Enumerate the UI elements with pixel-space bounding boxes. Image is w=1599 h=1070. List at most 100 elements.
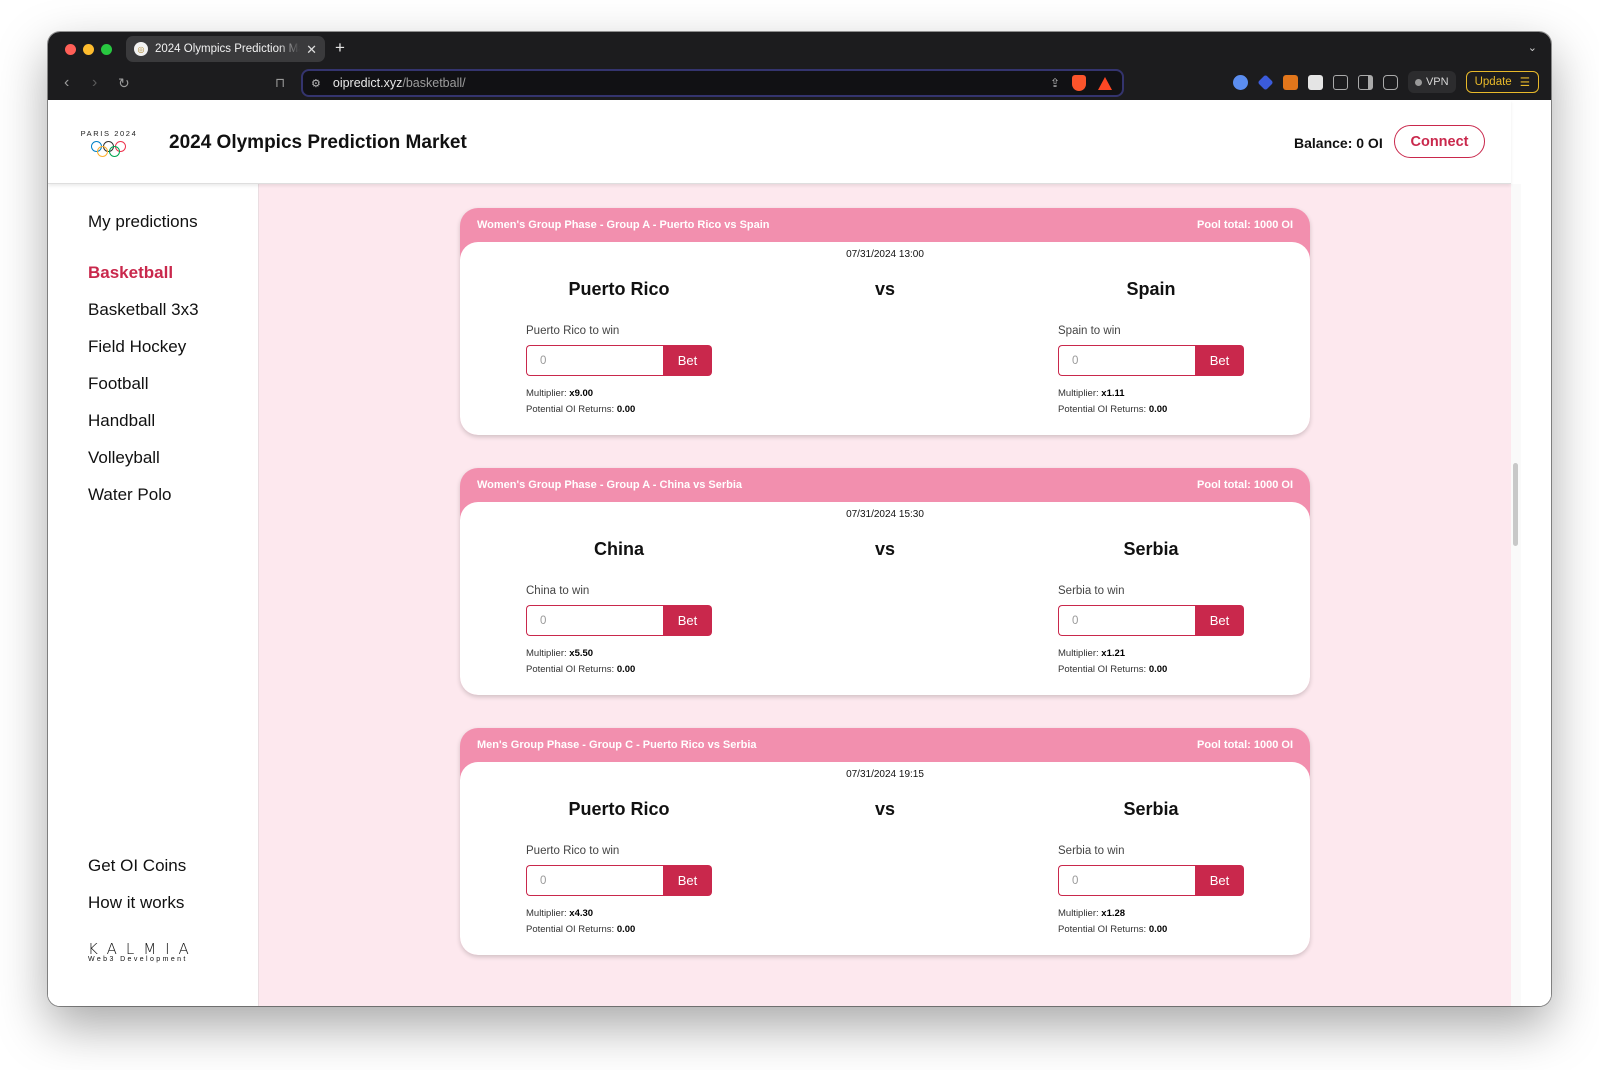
pool-total: Pool total: 1000 OI <box>1197 739 1293 751</box>
web-page: PARIS 2024 2024 Olympics Prediction Mark… <box>48 100 1551 1006</box>
team-a-multiplier: x4.30 <box>569 908 594 919</box>
team-b-bet-button[interactable]: Bet <box>1195 605 1244 636</box>
team-b-bet-input[interactable]: 0 <box>1058 865 1195 896</box>
extension-2-icon[interactable] <box>1257 74 1274 90</box>
olympics-favicon-icon: ◎ <box>134 42 148 56</box>
scrollbar-thumb[interactable] <box>1513 463 1518 546</box>
update-button[interactable]: Update ☰ <box>1465 71 1539 93</box>
extension-1-icon[interactable] <box>1232 74 1248 90</box>
bookmark-icon[interactable]: ⊓ <box>275 73 285 93</box>
sidebar-item-volleyball[interactable]: Volleyball <box>88 448 160 468</box>
browser-toolbar: ‹ › ↻ ⊓ ⚙ oipredict.xyz/basketball/ ⇪ VP… <box>48 66 1551 100</box>
sidebar-toggle-icon[interactable] <box>1357 74 1373 90</box>
team-b-bet-meta: Multiplier: x1.11 Potential OI Returns: … <box>1058 388 1168 415</box>
reload-icon[interactable]: ↻ <box>118 73 130 93</box>
new-tab-icon[interactable]: + <box>335 39 345 56</box>
site-title: 2024 Olympics Prediction Market <box>169 132 467 153</box>
team-b-bet-panel: Spain to win 0 Bet Multiplier: x1.11 Pot… <box>1058 325 1278 418</box>
forward-arrow-icon[interactable]: › <box>92 73 97 93</box>
team-b-returns: 0.00 <box>1148 924 1168 935</box>
team-b-bet-input[interactable]: 0 <box>1058 345 1195 376</box>
pool-total: Pool total: 1000 OI <box>1197 219 1293 231</box>
tab-search-chevron-icon[interactable]: ⌄ <box>1528 41 1537 54</box>
team-b-win-label: Spain to win <box>1058 325 1121 337</box>
wallet-icon[interactable] <box>1382 74 1398 90</box>
brave-rewards-icon[interactable] <box>1098 76 1112 90</box>
metamask-fox-icon[interactable] <box>1282 74 1298 90</box>
sidebar-item-my-predictions[interactable]: My predictions <box>88 212 198 232</box>
match-title: Men's Group Phase - Group C - Puerto Ric… <box>477 739 757 751</box>
vpn-status-icon <box>1414 78 1422 86</box>
site-settings-icon[interactable]: ⚙ <box>311 77 321 90</box>
browser-tab[interactable]: ◎ 2024 Olympics Prediction Market ✕ <box>126 36 325 62</box>
paris-2024-logo[interactable]: PARIS 2024 <box>78 129 140 157</box>
match-card-header: Women's Group Phase - Group A - Puerto R… <box>460 208 1310 242</box>
sidebar-item-water-polo[interactable]: Water Polo <box>88 485 171 505</box>
kalmia-logo[interactable]: KALMIA Web3 Development <box>88 940 198 963</box>
match-card: Women's Group Phase - Group A - Puerto R… <box>460 208 1310 435</box>
team-a-name: Puerto Rico <box>568 279 670 299</box>
team-a-returns: 0.00 <box>616 924 636 935</box>
sidebar-item-field-hockey[interactable]: Field Hockey <box>88 337 186 357</box>
maximize-window-button[interactable] <box>101 44 112 55</box>
sidebar-item-basketball-3x3[interactable]: Basketball 3x3 <box>88 300 199 320</box>
team-b-bet-button[interactable]: Bet <box>1195 345 1244 376</box>
site-header: PARIS 2024 2024 Olympics Prediction Mark… <box>48 100 1511 184</box>
team-b-bet-panel: Serbia to win 0 Bet Multiplier: x1.21 Po… <box>1058 585 1278 678</box>
connect-wallet-button[interactable]: Connect <box>1394 125 1485 158</box>
close-window-button[interactable] <box>65 44 76 55</box>
team-a-win-label: China to win <box>526 585 590 597</box>
team-b-name: Spain <box>1126 279 1176 299</box>
sidebar-item-football[interactable]: Football <box>88 374 148 394</box>
minimize-window-button[interactable] <box>83 44 94 55</box>
match-card-header: Women's Group Phase - Group A - China vs… <box>460 468 1310 502</box>
extension-4-icon[interactable] <box>1307 74 1323 90</box>
match-card: Men's Group Phase - Group C - Puerto Ric… <box>460 728 1310 955</box>
address-bar[interactable]: ⚙ oipredict.xyz/basketball/ ⇪ <box>301 69 1124 97</box>
team-a-multiplier: x5.50 <box>569 648 594 659</box>
team-a-bet-input[interactable]: 0 <box>526 345 663 376</box>
browser-window: ◎ 2024 Olympics Prediction Market ✕ + ⌄ … <box>48 32 1551 1006</box>
vpn-button[interactable]: VPN <box>1407 71 1456 93</box>
match-card: Women's Group Phase - Group A - China vs… <box>460 468 1310 695</box>
team-a-returns: 0.00 <box>616 664 636 675</box>
team-b-name: Serbia <box>1123 799 1179 819</box>
team-a-bet-panel: China to win 0 Bet Multiplier: x5.50 Pot… <box>526 585 746 678</box>
puzzle-extensions-icon[interactable] <box>1332 74 1348 90</box>
page-scrollbar[interactable] <box>1511 184 1521 1006</box>
balance-display: Balance: 0 OI <box>1294 135 1383 151</box>
sidebar: My predictions Basketball Basketball 3x3… <box>48 184 259 1006</box>
pool-total: Pool total: 1000 OI <box>1197 479 1293 491</box>
sidebar-item-how-it-works[interactable]: How it works <box>88 893 184 913</box>
url-text: oipredict.xyz/basketball/ <box>332 76 466 90</box>
team-a-returns: 0.00 <box>616 404 636 415</box>
match-card-body: 07/31/2024 19:15 vs Puerto Rico Serbia P… <box>460 762 1310 955</box>
team-b-returns: 0.00 <box>1148 664 1168 675</box>
match-title: Women's Group Phase - Group A - Puerto R… <box>477 219 770 231</box>
team-a-bet-input[interactable]: 0 <box>526 865 663 896</box>
close-tab-icon[interactable]: ✕ <box>306 43 317 56</box>
team-b-bet-button[interactable]: Bet <box>1195 865 1244 896</box>
sidebar-item-handball[interactable]: Handball <box>88 411 155 431</box>
team-a-bet-button[interactable]: Bet <box>663 345 712 376</box>
team-a-bet-meta: Multiplier: x4.30 Potential OI Returns: … <box>526 908 636 935</box>
share-icon[interactable]: ⇪ <box>1050 76 1060 90</box>
team-a-bet-input[interactable]: 0 <box>526 605 663 636</box>
match-card-body: 07/31/2024 13:00 vs Puerto Rico Spain Pu… <box>460 242 1310 435</box>
team-b-bet-panel: Serbia to win 0 Bet Multiplier: x1.28 Po… <box>1058 845 1278 938</box>
extensions-area: VPN Update ☰ <box>1232 71 1539 93</box>
team-b-bet-input[interactable]: 0 <box>1058 605 1195 636</box>
team-a-bet-meta: Multiplier: x5.50 Potential OI Returns: … <box>526 648 636 675</box>
team-b-multiplier: x1.11 <box>1101 388 1125 399</box>
sidebar-item-get-oi-coins[interactable]: Get OI Coins <box>88 856 186 876</box>
back-arrow-icon[interactable]: ‹ <box>64 73 69 93</box>
team-a-bet-button[interactable]: Bet <box>663 865 712 896</box>
team-a-bet-button[interactable]: Bet <box>663 605 712 636</box>
team-a-name: China <box>593 539 644 559</box>
olympic-rings-icon <box>78 141 140 157</box>
team-b-multiplier: x1.21 <box>1101 648 1126 659</box>
sidebar-item-basketball[interactable]: Basketball <box>88 263 173 283</box>
hamburger-menu-icon: ☰ <box>1519 77 1530 89</box>
brave-shields-icon[interactable] <box>1072 75 1086 91</box>
team-b-returns: 0.00 <box>1148 404 1168 415</box>
